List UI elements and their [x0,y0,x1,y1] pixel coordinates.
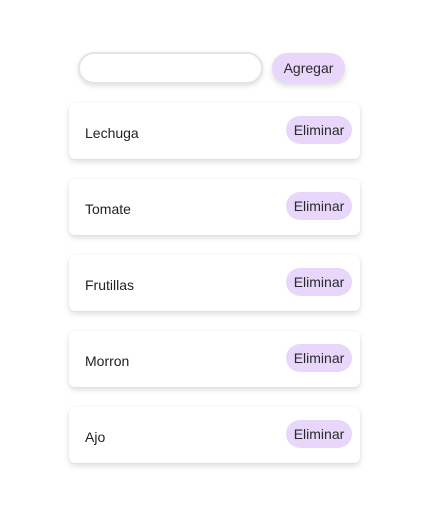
list-item: Frutillas Eliminar [69,255,360,311]
item-list: Lechuga Eliminar Tomate Eliminar Frutill… [69,103,360,483]
add-item-form: Agregar [78,52,345,84]
delete-button[interactable]: Eliminar [286,268,352,296]
add-button[interactable]: Agregar [272,53,345,83]
delete-button[interactable]: Eliminar [286,192,352,220]
app-page: Agregar Lechuga Eliminar Tomate Eliminar… [0,0,432,507]
delete-button[interactable]: Eliminar [286,116,352,144]
item-label: Morron [85,353,130,369]
item-label: Ajo [85,429,106,445]
delete-button[interactable]: Eliminar [286,344,352,372]
item-input[interactable] [78,52,263,84]
list-item: Lechuga Eliminar [69,103,360,159]
delete-button[interactable]: Eliminar [286,420,352,448]
list-item: Ajo Eliminar [69,407,360,463]
item-label: Tomate [85,201,131,217]
item-label: Lechuga [85,125,139,141]
list-item: Morron Eliminar [69,331,360,387]
list-item: Tomate Eliminar [69,179,360,235]
item-label: Frutillas [85,277,135,293]
